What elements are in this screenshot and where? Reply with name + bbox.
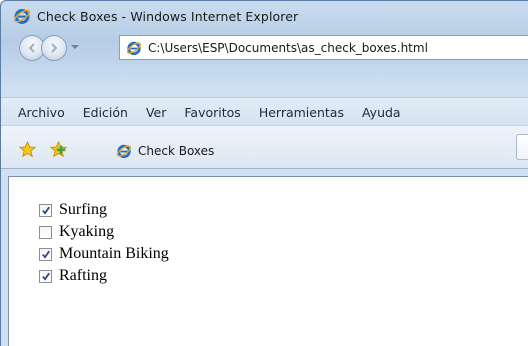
title-bar: Check Boxes - Windows Internet Explorer [1,1,528,31]
address-url: C:\Users\ESP\Documents\as_check_boxes.ht… [148,40,428,55]
menu-ayuda[interactable]: Ayuda [362,105,401,120]
menu-bar: Archivo Edición Ver Favoritos Herramient… [1,97,528,126]
favorites-star-icon[interactable] [18,140,37,158]
new-tab-area[interactable] [516,134,528,160]
checkmark-icon [42,206,50,215]
menu-ver[interactable]: Ver [146,105,166,120]
checkbox-row-rafting: Rafting [39,265,169,287]
tab-check-boxes[interactable]: Check Boxes [101,134,528,168]
forward-arrow-icon [51,43,58,53]
tab-label: Check Boxes [138,144,215,158]
add-to-favorites-icon[interactable] [49,140,68,158]
recent-pages-dropdown[interactable] [71,45,79,49]
checkbox-row-kyaking: Kyaking [39,221,169,243]
menu-archivo[interactable]: Archivo [18,105,65,120]
checkbox-label-surfing: Surfing [59,201,107,218]
checkmark-icon [42,272,50,281]
checkbox-label-mountain-biking: Mountain Biking [59,245,169,262]
navigation-bar: C:\Users\ESP\Documents\as_check_boxes.ht… [1,33,528,63]
tab-ie-icon [116,143,132,159]
checkbox-kyaking[interactable] [39,225,52,239]
checkbox-mountain-biking[interactable] [39,247,52,261]
checkbox-list: Surfing Kyaking Mountain Biking Rafting [39,199,169,287]
page-ie-icon [126,40,142,56]
back-arrow-icon [28,43,35,53]
checkbox-surfing[interactable] [39,203,52,217]
checkmark-icon [42,250,50,259]
address-field[interactable]: C:\Users\ESP\Documents\as_check_boxes.ht… [119,35,528,60]
checkbox-label-kyaking: Kyaking [59,223,115,240]
menu-edicion[interactable]: Edición [83,105,128,120]
checkbox-row-mountain-biking: Mountain Biking [39,243,169,265]
checkbox-rafting[interactable] [39,269,52,283]
checkbox-row-surfing: Surfing [39,199,169,221]
ie-logo-icon [13,7,31,25]
page-content: Surfing Kyaking Mountain Biking Rafting [8,176,528,346]
forward-button[interactable] [41,35,67,61]
menu-herramientas[interactable]: Herramientas [259,105,344,120]
tab-bar: Check Boxes [1,125,528,169]
menu-favoritos[interactable]: Favoritos [184,105,240,120]
browser-window: Check Boxes - Windows Internet Explorer … [0,0,528,346]
window-title: Check Boxes - Windows Internet Explorer [37,8,299,24]
checkbox-label-rafting: Rafting [59,267,107,284]
